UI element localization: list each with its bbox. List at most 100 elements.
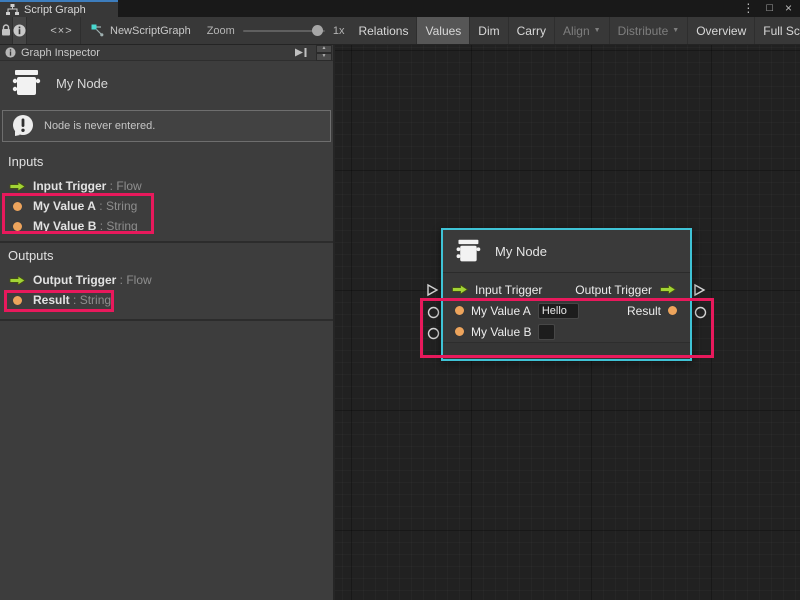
info-icon [5,47,16,58]
zoom-control: Zoom 1x [201,17,351,44]
node-title: My Node [495,244,547,259]
distribute-label: Distribute [618,24,669,38]
zoom-slider-knob[interactable] [312,25,323,36]
input-trigger-label: Input Trigger [475,283,542,297]
node-icon [454,238,482,264]
string-port-icon [8,222,26,231]
node-row-value-b: My Value B [443,321,690,342]
my-node[interactable]: My Node Input Trigger Output Trigger [441,228,692,361]
graph-name: NewScriptGraph [110,25,191,37]
toolbar-buttons: Relations Values Dim Carry Align ▼ Distr… [350,17,800,44]
tab-label: Script Graph [24,4,86,16]
carry-button[interactable]: Carry [509,17,555,44]
node-icon [10,68,42,98]
maximize-icon[interactable]: □ [766,0,773,17]
info-icon [13,24,26,37]
dim-button[interactable]: Dim [470,17,508,44]
output-trigger-label: Output Trigger [575,283,652,297]
external-flow-output-port[interactable] [692,283,706,302]
inputs-list: Input Trigger : Flow My Value A : String… [0,176,333,236]
tab-bar: Script Graph ⋮ □ × [0,0,800,17]
result-label: Result [627,304,661,318]
my-value-b-field[interactable] [538,324,555,340]
port-name: My Value A [33,199,96,213]
string-port-icon [8,296,26,305]
warning-text: Node is never entered. [44,120,155,132]
port-type: String [80,293,111,307]
external-flow-input-port[interactable] [425,283,439,302]
script-graph-icon [6,4,19,15]
flow-arrow-icon[interactable] [451,284,469,295]
section-divider [0,319,333,321]
distribute-dropdown[interactable]: Distribute ▼ [610,17,689,44]
my-value-b-label: My Value B [471,325,531,339]
graph-reference[interactable]: NewScriptGraph [81,17,201,44]
port-row-output-trigger: Output Trigger : Flow [0,270,333,290]
align-dropdown[interactable]: Align ▼ [555,17,610,44]
inspector-title: Graph Inspector [21,47,289,59]
port-type: Flow [126,273,151,287]
close-icon[interactable]: × [785,0,792,17]
port-type: String [106,219,137,233]
relations-button[interactable]: Relations [350,17,417,44]
my-value-a-label: My Value A [471,304,531,318]
port-sep: : [96,219,106,233]
code-icon: <×> [50,25,72,37]
string-port-icon [8,202,26,211]
port-row-result: Result : String [0,290,333,310]
spinner-up-button[interactable]: ▲ [316,45,332,53]
inspector-spinner: ▲ ▼ [316,45,332,61]
warning-icon [11,114,35,138]
spinner-down-button[interactable]: ▼ [316,53,332,61]
tab-script-graph[interactable]: Script Graph [0,0,118,17]
node-header[interactable]: My Node [443,230,690,273]
collapse-panel-button[interactable] [294,47,308,58]
outputs-heading: Outputs [8,248,333,264]
external-value-port-a[interactable] [427,306,440,324]
string-port-icon[interactable] [668,306,677,315]
section-divider [0,241,333,243]
window-controls: ⋮ □ × [742,0,792,17]
string-port-icon[interactable] [455,306,464,315]
lock-button[interactable] [0,17,13,44]
port-name: Input Trigger [33,179,106,193]
port-row-my-value-b: My Value B : String [0,216,333,236]
code-view-button[interactable]: <×> [43,17,81,44]
fullscreen-button[interactable]: Full Screen [755,17,800,44]
port-sep: : [106,179,116,193]
graph-canvas[interactable]: My Node Input Trigger Output Trigger [335,45,800,600]
my-value-a-field[interactable] [538,303,579,319]
warning-box: Node is never entered. [2,110,331,142]
port-type: Flow [116,179,141,193]
chevron-down-icon: ▼ [594,27,601,34]
inspected-node-header: My Node [0,61,333,105]
node-row-value-a: My Value A Result [443,300,690,321]
inspected-node-title: My Node [56,76,108,91]
zoom-label: Zoom [207,25,235,37]
align-label: Align [563,24,590,38]
port-sep: : [70,293,80,307]
port-row-my-value-a: My Value A : String [0,196,333,216]
overview-button[interactable]: Overview [688,17,755,44]
menu-icon[interactable]: ⋮ [742,0,754,17]
outputs-list: Output Trigger : Flow Result : String [0,270,333,310]
toolbar-spacer [27,17,43,44]
flow-arrow-icon[interactable] [659,284,677,295]
chevron-down-icon: ▼ [672,27,679,34]
node-footer [443,342,690,359]
port-name: Output Trigger [33,273,116,287]
flow-arrow-icon [8,181,26,192]
external-value-port-b[interactable] [427,327,440,345]
graph-inspector-panel: Graph Inspector ▲ ▼ [0,45,335,600]
script-graph-window: Script Graph ⋮ □ × [0,0,800,600]
string-port-icon[interactable] [455,327,464,336]
inspector-toggle-button[interactable] [13,17,27,44]
lock-icon [0,24,12,37]
inspector-header: Graph Inspector ▲ ▼ [0,45,333,61]
graph-asset-icon [91,24,104,37]
values-button[interactable]: Values [417,17,470,44]
zoom-value: 1x [333,25,345,37]
flow-arrow-icon [8,275,26,286]
zoom-slider[interactable] [243,30,325,32]
external-value-port-result[interactable] [694,306,707,324]
